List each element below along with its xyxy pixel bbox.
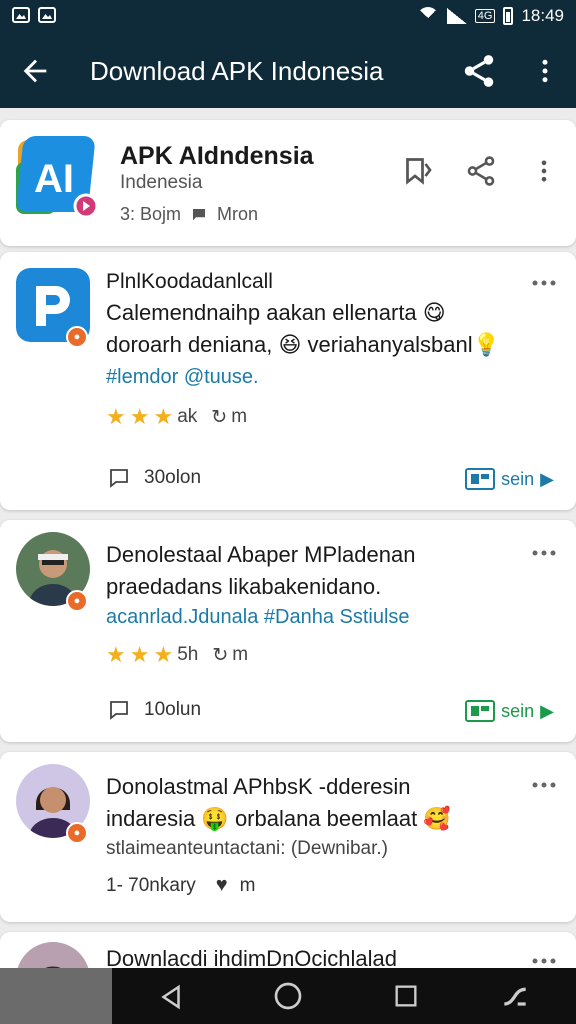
star-icon: ★ — [129, 404, 150, 429]
emoji-icon: 😋 — [422, 300, 446, 325]
post-text: Calemendnaihp aakan ellenarta 😋 — [106, 300, 446, 326]
emoji-icon: 🤑 — [201, 806, 229, 831]
reply-count: m — [232, 644, 249, 665]
star-icon: ★ — [153, 642, 174, 667]
rating: ★ ★ ★ ak ↻ m — [106, 404, 247, 430]
comment-icon — [193, 208, 206, 220]
emoji-icon: 🥰 — [423, 806, 451, 831]
emoji-icon: 😆 — [278, 332, 302, 357]
rating-text: ak — [177, 406, 198, 427]
app-name: APK AIdndensia — [120, 142, 314, 170]
nav-back-icon[interactable] — [156, 982, 186, 1012]
star-icon: ★ — [106, 404, 126, 429]
app-meta-b: Mron — [217, 204, 259, 224]
screen-icon — [465, 468, 496, 490]
reply-count: m — [231, 406, 248, 427]
page-title: Download APK Indonesia — [90, 56, 384, 86]
status-bar: 4G 18:49 — [0, 0, 576, 34]
heart-icon: ♥ — [215, 874, 228, 896]
comment-bubble-icon[interactable] — [106, 466, 132, 490]
app-bar: Download APK Indonesia — [0, 34, 576, 108]
app-logo: AI — [16, 136, 99, 219]
emoji-icon: 💡 — [472, 332, 501, 357]
nav-assistant-icon[interactable] — [498, 980, 532, 1012]
post-text-line2b: veriahanyalsbanl — [307, 332, 473, 357]
app-header-card: AI APK AIdndensia Indenesia 3: Bojm Mron — [0, 120, 576, 246]
post-text-line1: Calemendnaihp aakan ellenarta — [106, 300, 417, 325]
post-text-line1: indaresia — [106, 806, 196, 831]
more-vert-icon[interactable] — [530, 52, 560, 90]
post-title: PlnlKoodadanlcall — [106, 270, 273, 293]
app-meta-a: 3: Bojm — [120, 204, 182, 224]
reply-icon: ↻ — [212, 644, 229, 666]
play-arrow-icon: ▶ — [540, 700, 554, 721]
post-title: Donolastmal APhbsK -dderesin — [106, 774, 411, 799]
open-action[interactable]: sein ▶ — [465, 700, 554, 722]
app-subtitle: Indenesia — [120, 172, 203, 193]
reply-icon: ↻ — [211, 406, 228, 428]
image-notification-icon — [12, 7, 30, 23]
share-icon[interactable] — [460, 52, 498, 90]
post-footer: 10olun — [106, 698, 201, 722]
bookmark-icon[interactable] — [398, 152, 438, 188]
nav-home-icon[interactable] — [272, 980, 304, 1012]
post-text: praedadans likabakenidano. — [106, 574, 382, 599]
comment-bubble-icon[interactable] — [106, 698, 132, 722]
open-action[interactable]: sein ▶ — [465, 468, 554, 490]
network-label: 4G — [474, 9, 496, 23]
action-label: sein — [501, 468, 535, 489]
rating-text: 5h — [177, 644, 199, 665]
back-arrow-icon[interactable] — [18, 54, 52, 88]
feed-post[interactable]: ● Donolastmal APhbsK -dderesin indaresia… — [0, 752, 576, 922]
post-tags[interactable]: acanrlad.Jdunala #Danha Sstiulse — [106, 606, 410, 629]
post-badge-icon: ● — [66, 326, 88, 348]
post-text-line1b: orbalana beemlaat — [234, 806, 418, 831]
feed-post[interactable]: ● PlnlKoodadanlcall Calemendnaihp aakan … — [0, 252, 576, 510]
star-icon: ★ — [129, 642, 150, 667]
comment-count: 30olon — [144, 467, 202, 488]
action-label: sein — [501, 700, 535, 721]
gallery-notification-icon — [38, 7, 56, 23]
post-count: 1- 70nkary — [106, 874, 196, 896]
app-meta: 3: Bojm Mron — [120, 204, 258, 225]
post-badge-icon: ● — [66, 822, 88, 844]
star-icon: ★ — [106, 642, 126, 667]
post-more-icon[interactable] — [532, 278, 556, 288]
avatar-overlay — [0, 968, 112, 1024]
reply-count: m — [239, 874, 256, 896]
play-arrow-icon: ▶ — [540, 468, 554, 489]
star-icon: ★ — [153, 404, 174, 429]
post-footer: 30olon — [106, 466, 201, 490]
rating: ★ ★ ★ 5h ↻ m — [106, 642, 248, 668]
post-text-line2: doroarh deniana, — [106, 332, 273, 357]
signal-icon — [446, 8, 467, 24]
screen-icon — [465, 700, 496, 722]
comment-count: 10olun — [144, 699, 202, 720]
battery-icon — [503, 7, 514, 25]
post-more-icon[interactable] — [532, 548, 556, 558]
share-outline-icon[interactable] — [464, 154, 498, 188]
post-badge-icon: ● — [66, 590, 88, 612]
post-more-icon[interactable] — [532, 780, 556, 790]
nav-recents-icon[interactable] — [392, 982, 420, 1010]
header-more-icon[interactable] — [530, 154, 558, 188]
post-subtext: stlaimeanteuntactani: (Dewnibar.) — [106, 838, 388, 859]
post-title: Denolestaal Abaper MPladenan — [106, 542, 416, 567]
status-time: 18:49 — [521, 6, 564, 25]
post-tags[interactable]: #lemdor @tuuse. — [106, 366, 259, 389]
system-nav-bar — [0, 968, 576, 1024]
post-footer: 1- 70nkary ♥ m — [106, 874, 255, 897]
feed-post[interactable]: ● Denolestaal Abaper MPladenan praedadan… — [0, 520, 576, 742]
post-more-icon[interactable] — [532, 956, 556, 966]
wifi-icon — [417, 7, 439, 25]
svg-text:AI: AI — [34, 157, 74, 201]
post-text: indaresia 🤑 orbalana beemlaat 🥰 — [106, 806, 451, 832]
post-text-2: doroarh deniana, 😆 veriahanyalsbanl💡 — [106, 332, 500, 358]
